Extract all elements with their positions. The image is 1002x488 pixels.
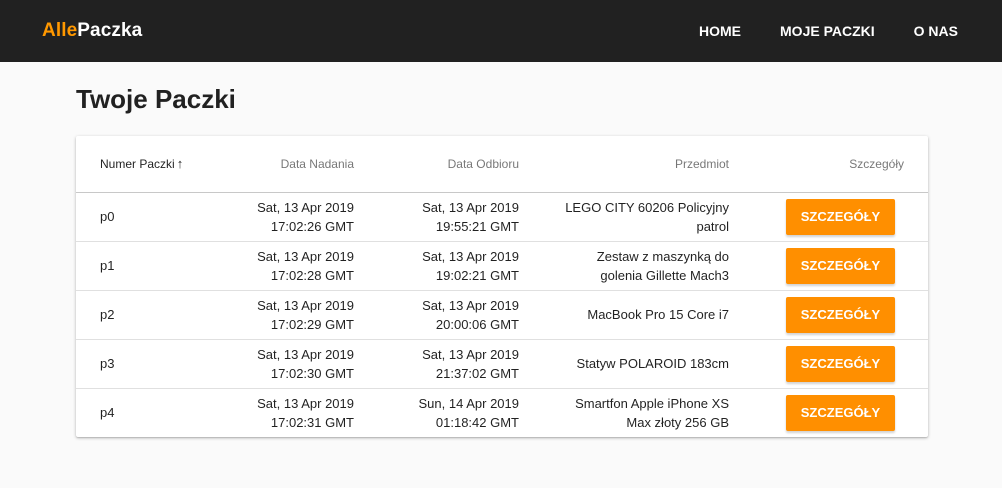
header-data-odbioru: Data Odbioru bbox=[447, 156, 519, 171]
table-row: p0 Sat, 13 Apr 2019 17:02:26 GMT Sat, 13 Ap… bbox=[76, 192, 928, 241]
details-button[interactable]: SZCZEGÓŁY bbox=[786, 247, 895, 284]
main-nav: HOME MOJE PACZKI O NAS bbox=[660, 23, 958, 39]
details-cell: SZCZEGÓŁY bbox=[729, 339, 928, 388]
header-szczegoly: Szczegóły bbox=[849, 156, 904, 171]
details-cell: SZCZEGÓŁY bbox=[729, 290, 928, 339]
packages-table: Numer Paczki ↑ Data Nadania Data Odbioru … bbox=[76, 136, 928, 437]
date-sent-date: Sat, 13 Apr 2019 bbox=[257, 297, 354, 313]
brand-rest: Paczka bbox=[77, 20, 143, 41]
item-name-line-1: Statyw POLAROID 183cm bbox=[576, 356, 729, 371]
date-received-date: Sat, 13 Apr 2019 bbox=[422, 248, 519, 264]
item-name-line-2: golenia Gillette Mach3 bbox=[600, 267, 729, 283]
package-id: p4 bbox=[100, 405, 115, 421]
date-sent-cell: Sat, 13 Apr 2019 17:02:31 GMT bbox=[224, 388, 354, 437]
packages-table-card: Numer Paczki ↑ Data Nadania Data Odbioru … bbox=[76, 136, 928, 437]
brand-logo[interactable]: AllePaczka bbox=[42, 20, 142, 42]
header-numer-label: Numer Paczki bbox=[100, 157, 175, 172]
table-row: p4 Sat, 13 Apr 2019 17:02:31 GMT Sun, 14 Ap… bbox=[76, 388, 928, 437]
details-cell: SZCZEGÓŁY bbox=[729, 241, 928, 290]
details-button[interactable]: SZCZEGÓŁY bbox=[786, 394, 895, 431]
date-sent-cell: Sat, 13 Apr 2019 17:02:28 GMT bbox=[224, 241, 354, 290]
date-sent-date: Sat, 13 Apr 2019 bbox=[257, 395, 354, 411]
details-cell: SZCZEGÓŁY bbox=[729, 388, 928, 437]
item-name-line-1: LEGO CITY 60206 Policyjny bbox=[565, 199, 729, 215]
item-name-line-2: Max złoty 256 GB bbox=[626, 414, 729, 430]
table-row: p3 Sat, 13 Apr 2019 17:02:30 GMT Sat, 13 Ap… bbox=[76, 339, 928, 388]
sort-arrow-up-icon: ↑ bbox=[176, 156, 184, 172]
nav-moje-paczki[interactable]: MOJE PACZKI bbox=[780, 23, 875, 39]
item-cell: Statyw POLAROID 183cm bbox=[519, 339, 729, 388]
details-button[interactable]: SZCZEGÓŁY bbox=[786, 296, 895, 333]
package-id: p3 bbox=[100, 356, 115, 371]
date-received-time: 19:55:21 GMT bbox=[435, 218, 519, 234]
date-received-date: Sat, 13 Apr 2019 bbox=[422, 346, 519, 362]
date-received-time: 19:02:21 GMT bbox=[435, 267, 519, 283]
date-received-date: Sat, 13 Apr 2019 bbox=[422, 199, 519, 215]
date-sent-cell: Sat, 13 Apr 2019 17:02:26 GMT bbox=[224, 192, 354, 241]
date-received-cell: Sat, 13 Apr 2019 21:37:02 GMT bbox=[354, 339, 519, 388]
table-row: p1 Sat, 13 Apr 2019 17:02:28 GMT Sat, 13 Ap… bbox=[76, 241, 928, 290]
item-cell: Smartfon Apple iPhone XS Max złoty 256 GB bbox=[519, 388, 729, 437]
nav-home[interactable]: HOME bbox=[699, 23, 741, 39]
date-sent-time: 17:02:28 GMT bbox=[270, 267, 354, 283]
brand-accent: Alle bbox=[42, 20, 78, 41]
date-sent-time: 17:02:26 GMT bbox=[270, 218, 354, 234]
header-numer-paczki[interactable]: Numer Paczki ↑ bbox=[76, 136, 224, 192]
date-received-cell: Sat, 13 Apr 2019 20:00:06 GMT bbox=[354, 290, 519, 339]
date-sent-time: 17:02:29 GMT bbox=[270, 316, 354, 332]
package-id: p0 bbox=[100, 209, 115, 224]
date-sent-date: Sat, 13 Apr 2019 bbox=[257, 248, 354, 264]
details-button[interactable]: SZCZEGÓŁY bbox=[786, 345, 895, 382]
date-sent-cell: Sat, 13 Apr 2019 17:02:30 GMT bbox=[224, 339, 354, 388]
item-cell: Zestaw z maszynką do golenia Gillette Mac… bbox=[519, 241, 729, 290]
date-received-cell: Sat, 13 Apr 2019 19:02:21 GMT bbox=[354, 241, 519, 290]
date-sent-time: 17:02:31 GMT bbox=[270, 414, 354, 430]
date-received-time: 01:18:42 GMT bbox=[435, 414, 519, 430]
item-name-line-2: patrol bbox=[696, 218, 729, 234]
date-received-date: Sun, 14 Apr 2019 bbox=[418, 395, 519, 411]
item-name-line-1: MacBook Pro 15 Core i7 bbox=[587, 307, 729, 322]
header-przedmiot: Przedmiot bbox=[674, 156, 729, 171]
date-received-cell: Sun, 14 Apr 2019 01:18:42 GMT bbox=[354, 388, 519, 437]
date-received-cell: Sat, 13 Apr 2019 19:55:21 GMT bbox=[354, 192, 519, 241]
item-cell: LEGO CITY 60206 Policyjny patrol bbox=[519, 192, 729, 241]
details-cell: SZCZEGÓŁY bbox=[729, 192, 928, 241]
package-id: p2 bbox=[100, 307, 115, 322]
table-row: p2 Sat, 13 Apr 2019 17:02:29 GMT Sat, 13 Ap… bbox=[76, 290, 928, 339]
date-received-time: 20:00:06 GMT bbox=[435, 316, 519, 332]
header-data-nadania: Data Nadania bbox=[280, 156, 354, 171]
table-header-row: Numer Paczki ↑ Data Nadania Data Odbioru … bbox=[76, 136, 928, 192]
top-navbar: AllePaczka HOME MOJE PACZKI O NAS bbox=[0, 0, 1002, 62]
date-sent-time: 17:02:30 GMT bbox=[270, 365, 354, 381]
item-name-line-1: Zestaw z maszynką do bbox=[596, 248, 729, 264]
item-name-line-1: Smartfon Apple iPhone XS bbox=[575, 395, 729, 411]
item-cell: MacBook Pro 15 Core i7 bbox=[519, 290, 729, 339]
date-sent-date: Sat, 13 Apr 2019 bbox=[257, 199, 354, 215]
date-sent-cell: Sat, 13 Apr 2019 17:02:29 GMT bbox=[224, 290, 354, 339]
date-sent-date: Sat, 13 Apr 2019 bbox=[257, 346, 354, 362]
date-received-time: 21:37:02 GMT bbox=[435, 365, 519, 381]
details-button[interactable]: SZCZEGÓŁY bbox=[786, 198, 895, 235]
date-received-date: Sat, 13 Apr 2019 bbox=[422, 297, 519, 313]
page-title: Twoje Paczki bbox=[76, 84, 236, 114]
package-id: p1 bbox=[100, 258, 115, 273]
nav-o-nas[interactable]: O NAS bbox=[914, 23, 958, 39]
